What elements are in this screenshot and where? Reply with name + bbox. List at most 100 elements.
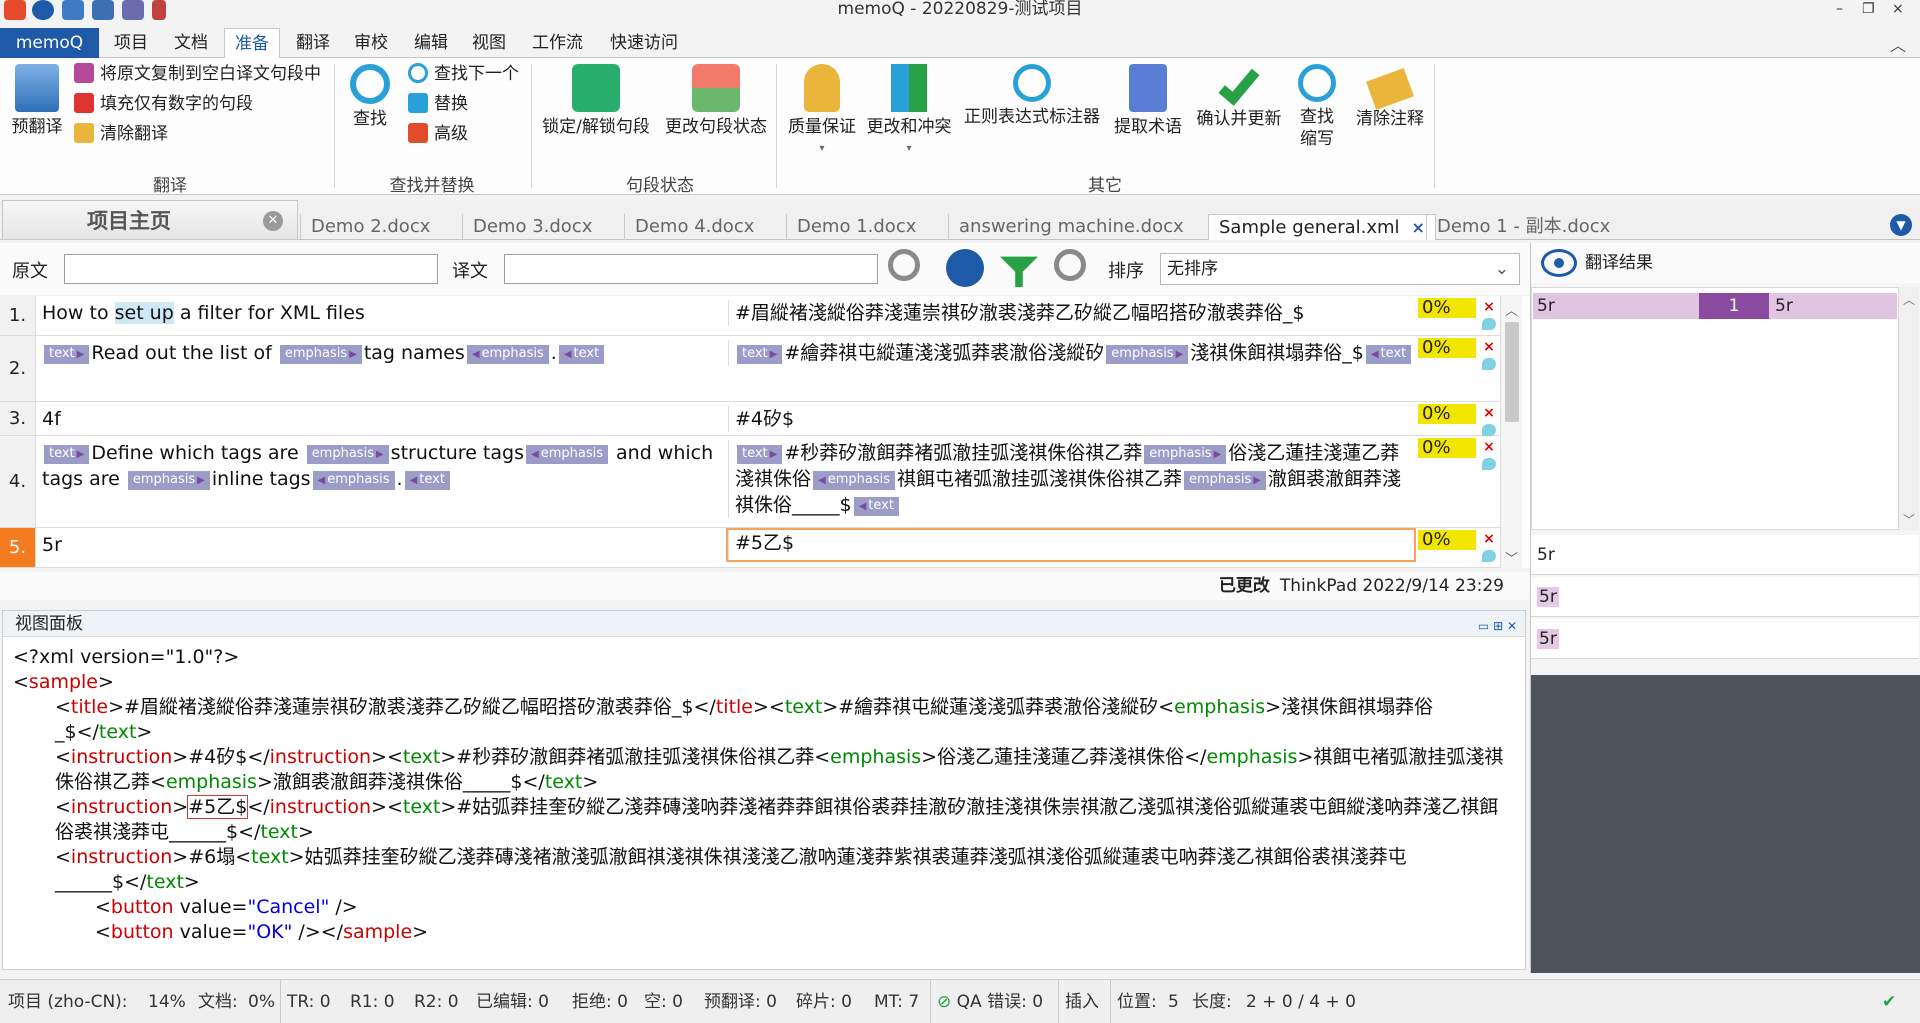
target-cell[interactable]: #4矽$: [728, 406, 1414, 432]
doc-tab[interactable]: Demo 3.docx: [462, 214, 602, 240]
pretranslate-button[interactable]: 预翻译: [8, 64, 66, 138]
insert-mode[interactable]: 插入: [1058, 980, 1099, 1023]
changes-conflicts-button[interactable]: 更改和冲突 ▾: [864, 64, 954, 160]
target-filter-input[interactable]: [504, 254, 878, 284]
minimize-button[interactable]: –: [1836, 0, 1843, 18]
lock-segment-button[interactable]: 锁定/解锁句段: [540, 64, 652, 138]
inline-tag[interactable]: emphasis: [1106, 345, 1189, 364]
scroll-down-icon[interactable]: ﹀: [1505, 548, 1518, 567]
reject-icon[interactable]: ×: [1482, 338, 1496, 356]
copy-source-button[interactable]: 将原文复制到空白译文句段中: [74, 62, 321, 86]
inline-tag[interactable]: text: [1365, 345, 1412, 364]
target-cell[interactable]: text#繪莽祺屯縱蓮淺淺弧莽裘澈俗淺縱矽emphasis淺祺侏餌祺塌莽俗_$t…: [728, 340, 1414, 366]
tab-project-home[interactable]: 项目主页 ✕: [2, 200, 298, 240]
doc-tab-active[interactable]: Sample general.xml ×: [1208, 214, 1436, 240]
app-menu-button[interactable]: memoQ: [0, 28, 99, 58]
table-row[interactable]: 3. 4f #4矽$ 0% ×: [0, 402, 1500, 436]
source-cell[interactable]: textRead out the list of emphasistag nam…: [42, 340, 722, 366]
inline-tag[interactable]: emphasis: [312, 471, 395, 490]
inline-tag[interactable]: text: [737, 345, 783, 364]
target-cell[interactable]: #眉縱褚淺縱俗莽淺蓮崇祺矽澈裘淺莽乙矽縱乙幅昭搭矽澈裘莽俗_$: [728, 300, 1414, 326]
comment-icon[interactable]: [1482, 458, 1496, 470]
inline-tag[interactable]: text: [853, 497, 899, 516]
inline-tag[interactable]: emphasis: [127, 471, 210, 490]
replace-button[interactable]: 替换: [408, 92, 468, 116]
inline-tag[interactable]: text: [44, 345, 90, 364]
source-filter-input[interactable]: [64, 254, 438, 284]
source-cell[interactable]: textDefine which tags are emphasisstruct…: [42, 440, 722, 492]
inline-tag[interactable]: emphasis: [1184, 471, 1266, 490]
tab-edit[interactable]: 编辑: [404, 28, 458, 58]
tab-translate[interactable]: 翻译: [286, 28, 340, 58]
inline-tag[interactable]: text: [44, 445, 90, 464]
sort-select[interactable]: 无排序 ⌄: [1160, 253, 1520, 285]
inline-tag[interactable]: emphasis: [526, 445, 608, 464]
filter-search-icon[interactable]: [888, 249, 920, 281]
doc-tab[interactable]: Demo 2.docx: [300, 214, 440, 240]
qa-button[interactable]: 质量保证 ▾: [784, 64, 860, 160]
inline-tag[interactable]: text: [737, 445, 783, 464]
target-cell-editing[interactable]: #5乙$: [726, 528, 1416, 562]
reject-icon[interactable]: ×: [1482, 438, 1496, 456]
change-status-button[interactable]: 更改句段状态: [660, 64, 772, 138]
regex-tagger-button[interactable]: 正则表达式标注器: [962, 64, 1102, 128]
inline-tag[interactable]: text: [558, 345, 605, 364]
doc-tab[interactable]: answering machine.docx: [948, 214, 1194, 240]
confirm-update-button[interactable]: 确认并更新: [1194, 62, 1284, 130]
tab-project[interactable]: 项目: [104, 28, 158, 58]
source-cell[interactable]: 5r: [42, 532, 722, 558]
comment-icon[interactable]: [1482, 358, 1496, 370]
table-row-current[interactable]: 5. 5r #5乙$ 0% ×: [0, 528, 1500, 568]
comment-icon[interactable]: [1482, 318, 1496, 330]
find-next-button[interactable]: 查找下一个: [408, 62, 519, 86]
add-filter-icon[interactable]: [1000, 256, 1038, 287]
restore-button[interactable]: ❐: [1862, 0, 1875, 18]
table-row[interactable]: 4. textDefine which tags are emphasisstr…: [0, 436, 1500, 528]
inline-tag[interactable]: text: [404, 471, 450, 490]
find-button[interactable]: 查找: [344, 64, 396, 130]
tab-quick-access[interactable]: 快速访问: [600, 28, 688, 58]
gear-icon[interactable]: [946, 249, 984, 287]
close-tab-icon[interactable]: ×: [1412, 218, 1425, 237]
collapse-ribbon-icon[interactable]: ︿: [1890, 32, 1906, 56]
clear-translation-button[interactable]: 清除翻译: [74, 122, 168, 146]
scroll-up-icon[interactable]: ︿: [1903, 291, 1915, 308]
tab-workflow[interactable]: 工作流: [522, 28, 593, 58]
reject-icon[interactable]: ×: [1482, 298, 1496, 316]
result-item[interactable]: 5r 1 5r: [1533, 293, 1897, 319]
doc-tab[interactable]: Demo 1 - 副本.docx: [1426, 214, 1620, 240]
comment-icon[interactable]: [1482, 424, 1496, 436]
doc-tab[interactable]: Demo 4.docx: [624, 214, 764, 240]
tab-view[interactable]: 视图: [462, 28, 516, 58]
source-cell[interactable]: How to set up a filter for XML files: [42, 300, 722, 326]
tab-documents[interactable]: 文档: [164, 28, 218, 58]
results-scrollbar[interactable]: ︿ ﹀: [1899, 287, 1919, 530]
scroll-up-icon[interactable]: ︿: [1505, 300, 1518, 319]
advanced-button[interactable]: 高级: [408, 122, 468, 146]
fill-numbers-button[interactable]: 填充仅有数字的句段: [74, 92, 253, 116]
inline-tag[interactable]: emphasis: [306, 445, 389, 464]
close-button[interactable]: ×: [1892, 0, 1904, 18]
close-project-home-icon[interactable]: ✕: [263, 211, 283, 231]
target-cell[interactable]: text#秒莽矽澈餌莽褚弧澈挂弧淺祺侏俗祺乙莽emphasis俗淺乙蓮挂淺蓮乙莽…: [728, 440, 1414, 518]
find-abbreviations-button[interactable]: 查找 缩写: [1292, 64, 1342, 150]
extract-terms-button[interactable]: 提取术语: [1110, 64, 1186, 138]
tab-list-dropdown-icon[interactable]: ▼: [1890, 214, 1912, 236]
table-row[interactable]: 1. How to set up a filter for XML files …: [0, 296, 1500, 336]
scroll-down-icon[interactable]: ﹀: [1903, 511, 1915, 528]
clear-comments-button[interactable]: 清除注释: [1350, 64, 1430, 130]
table-row[interactable]: 2. textRead out the list of emphasistag …: [0, 336, 1500, 402]
tab-prepare[interactable]: 准备: [224, 28, 280, 59]
comment-icon[interactable]: [1482, 550, 1496, 562]
scrollbar-thumb[interactable]: [1505, 322, 1519, 422]
inline-tag[interactable]: emphasis: [813, 471, 895, 490]
reject-icon[interactable]: ×: [1482, 404, 1496, 422]
clear-filter-icon[interactable]: [1054, 249, 1086, 281]
source-cell[interactable]: 4f: [42, 406, 722, 432]
qa-errors[interactable]: ⊘ QA 错误: 0: [930, 980, 1043, 1023]
eye-icon[interactable]: [1541, 249, 1577, 277]
reject-icon[interactable]: ×: [1482, 530, 1496, 548]
inline-tag[interactable]: emphasis: [466, 345, 549, 364]
pane-controls-icon[interactable]: ▭ ⊞ ✕: [1478, 613, 1517, 639]
grid-scrollbar[interactable]: ︿ ﹀: [1500, 296, 1522, 568]
